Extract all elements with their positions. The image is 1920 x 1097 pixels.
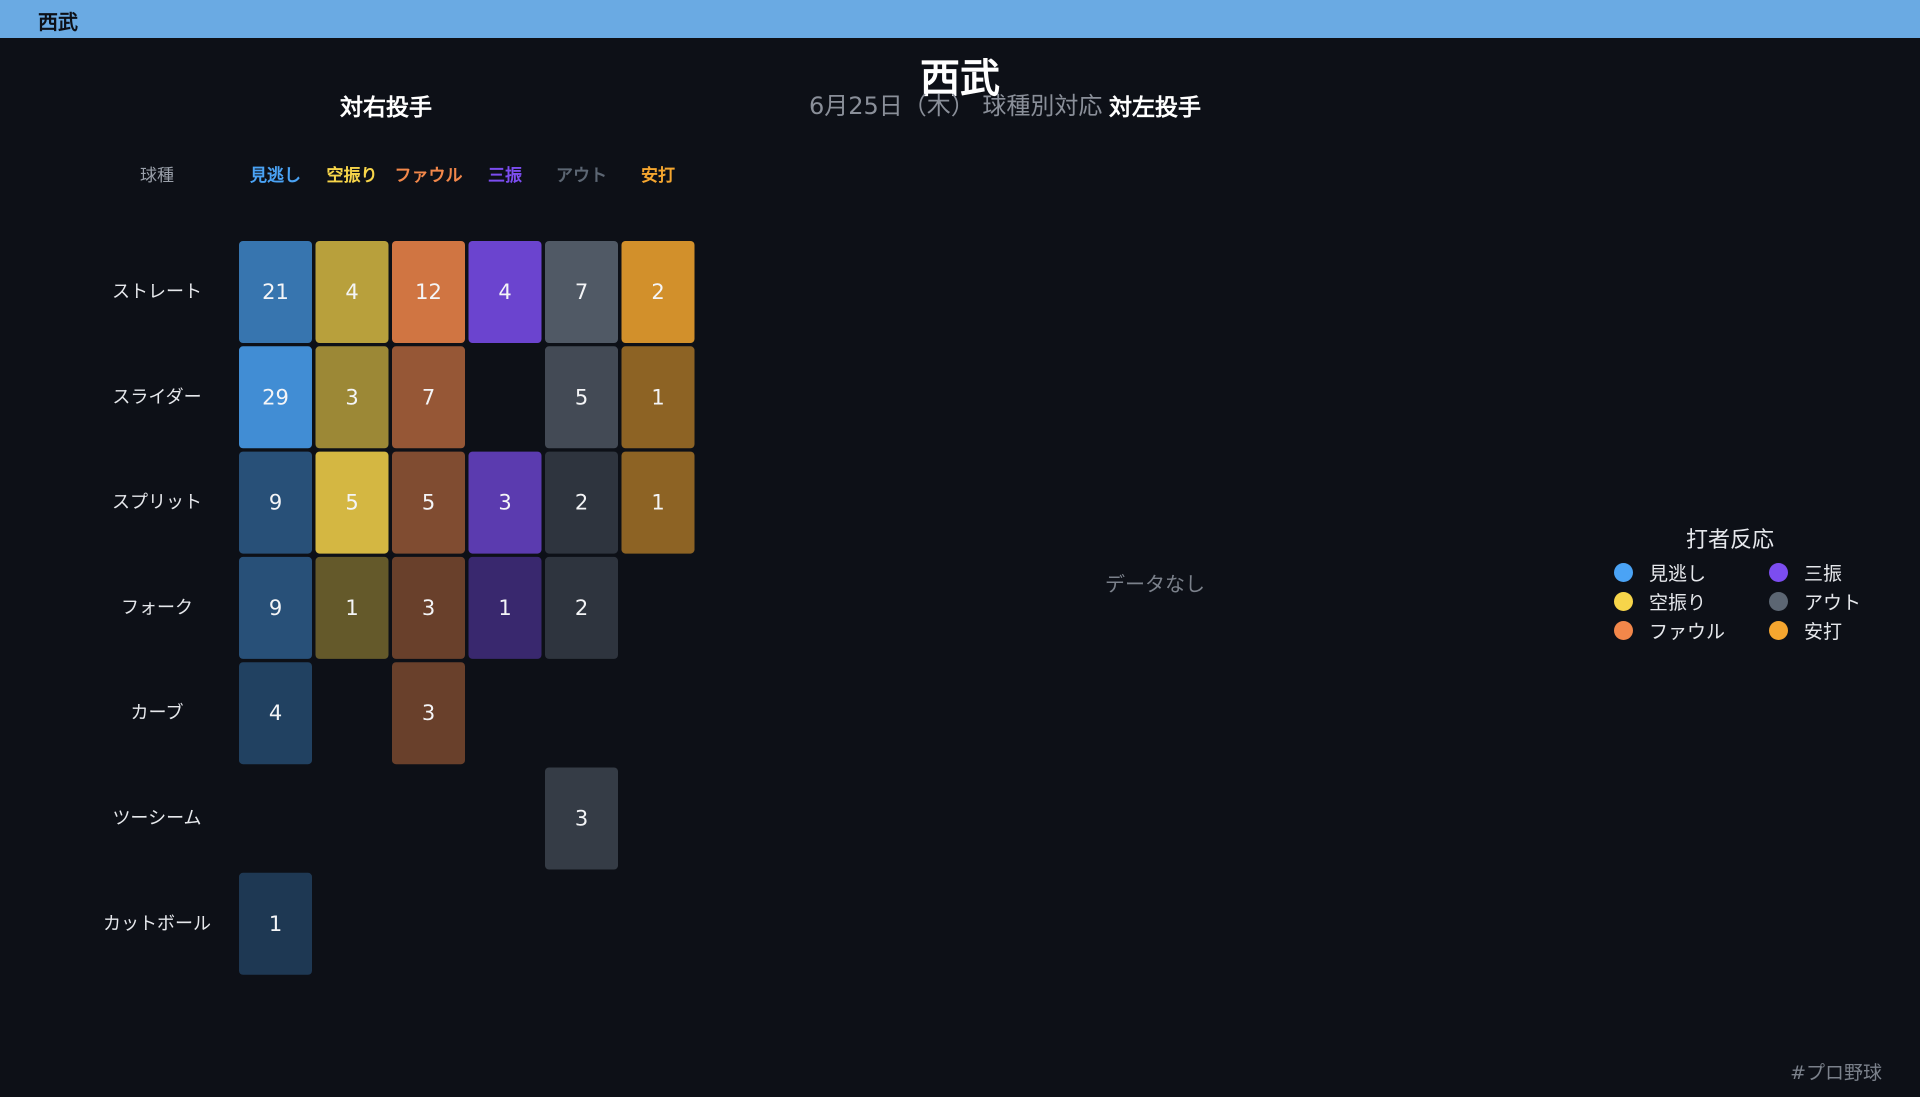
legend-label: 空振り — [1649, 591, 1707, 614]
legend-label: 安打 — [1804, 620, 1843, 643]
row-header-label: 球種 — [140, 166, 174, 186]
hashtag-label: #プロ野球 — [1790, 1062, 1882, 1084]
legend-item: アウト — [1755, 589, 1910, 614]
heatmap-cell-value: 12 — [415, 280, 442, 304]
column-header-label: 三振 — [488, 165, 522, 186]
heatmap-cell-value: 3 — [498, 491, 511, 515]
legend-label: ファウル — [1649, 620, 1726, 643]
row-label: スプリット — [112, 492, 202, 513]
heatmap-cell-value: 29 — [262, 385, 289, 409]
heatmap-cell-value: 5 — [345, 491, 358, 515]
heatmap-cell-value: 3 — [575, 807, 588, 831]
legend-items: 見逃し 三振空振り アウトファウル 安打 — [1600, 560, 1890, 643]
legend-item: 三振 — [1755, 560, 1910, 585]
column-header-label: 安打 — [641, 165, 675, 186]
column-header-label: アウト — [556, 166, 607, 186]
heatmap-cell-value: 3 — [345, 385, 358, 409]
legend-dot-icon — [1614, 562, 1633, 582]
heatmap-cell-value: 1 — [269, 912, 282, 936]
heatmap-cell-value: 7 — [422, 385, 435, 409]
heatmap-cell-value: 1 — [651, 385, 664, 409]
legend-dot-icon — [1769, 591, 1788, 611]
legend-dot-icon — [1614, 591, 1633, 611]
row-label: ツーシーム — [112, 808, 201, 829]
heatmap-cell-value: 3 — [422, 701, 435, 725]
heatmap-cell-value: 5 — [575, 385, 588, 409]
legend-item: 安打 — [1755, 618, 1910, 643]
row-label: カーブ — [131, 702, 184, 724]
heatmap-cell-value: 5 — [422, 491, 435, 515]
legend-label: アウト — [1804, 591, 1862, 614]
heatmap-cell-value: 4 — [269, 701, 282, 725]
row-label: フォーク — [121, 597, 193, 618]
legend-dot-icon — [1769, 562, 1788, 582]
row-label: スライダー — [112, 387, 201, 408]
heatmap-cell-value: 1 — [498, 596, 511, 620]
legend-label: 見逃し — [1649, 562, 1707, 585]
heatmap-cell-value: 3 — [422, 596, 435, 620]
row-label: カットボール — [103, 913, 211, 934]
heatmap-cell-value: 1 — [651, 491, 664, 515]
legend-item: ファウル — [1600, 618, 1755, 643]
legend-item: 見逃し — [1600, 560, 1755, 585]
legend-dot-icon — [1769, 620, 1788, 640]
column-header-label: ファウル — [395, 166, 463, 186]
heatmap-cell-value: 2 — [575, 491, 588, 515]
heatmap-cell-value: 4 — [498, 280, 511, 304]
heatmap-cell-value: 1 — [345, 596, 358, 620]
legend-label: 三振 — [1804, 562, 1843, 585]
legend-dot-icon — [1614, 620, 1633, 640]
no-data-message: データなし — [1105, 572, 1205, 596]
heatmap-cell-value: 2 — [651, 280, 664, 304]
legend-title: 打者反応 — [1685, 528, 1774, 553]
column-header-label: 空振り — [327, 165, 378, 186]
column-header-label: 見逃し — [249, 165, 301, 186]
legend: 打者反応 見逃し 三振空振り アウトファウル 安打 — [1600, 522, 1890, 643]
heatmap-cell-value: 9 — [269, 596, 282, 620]
heatmap-cell-value: 21 — [262, 280, 289, 304]
heatmap-cell-value: 2 — [575, 596, 588, 620]
legend-item: 空振り — [1600, 589, 1755, 614]
heatmap-cell-value: 7 — [575, 280, 588, 304]
heatmap-cell-value: 9 — [269, 491, 282, 515]
row-label: ストレート — [112, 282, 202, 303]
heatmap-cell-value: 4 — [345, 280, 358, 304]
